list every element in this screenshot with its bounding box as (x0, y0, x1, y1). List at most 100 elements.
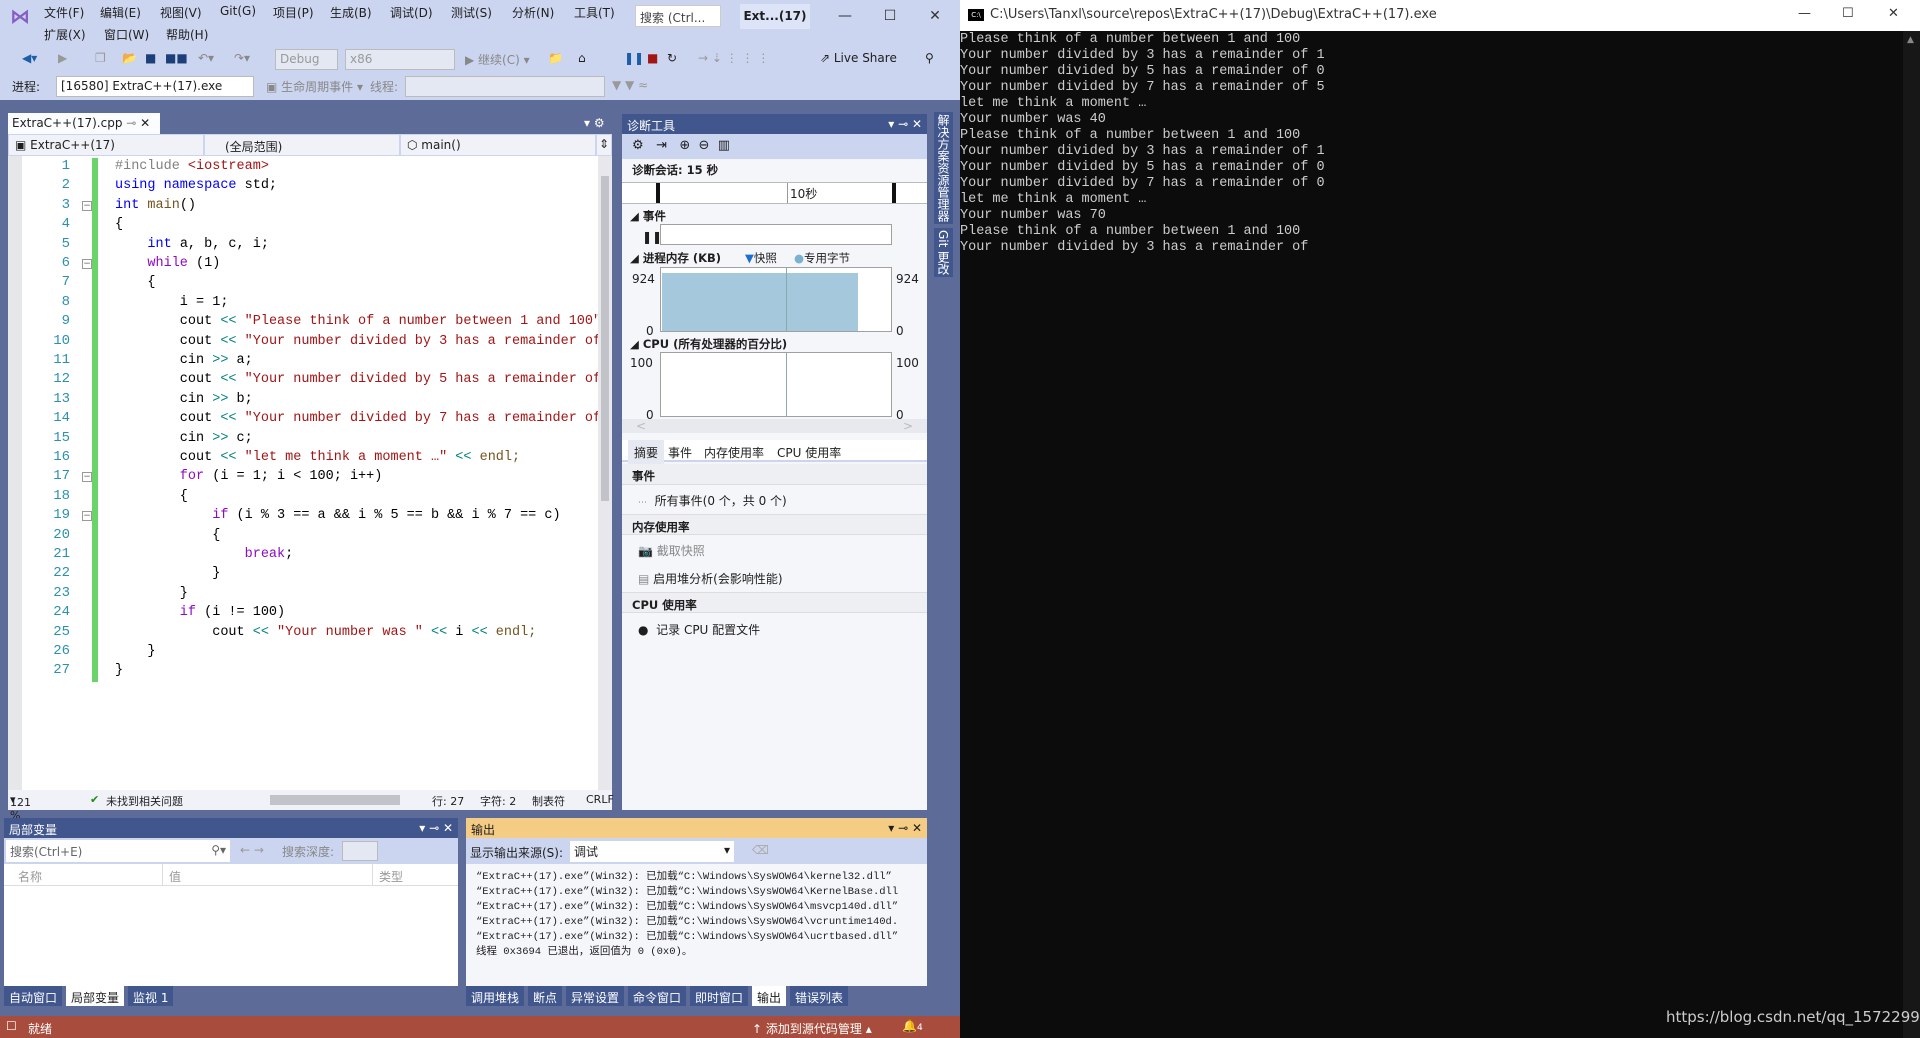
close-button[interactable]: ✕ (915, 4, 955, 29)
output-tab[interactable]: 输出 (752, 986, 787, 1006)
platform-select[interactable]: x86 (345, 49, 455, 70)
project-nav-select[interactable]: ▣ ExtraC++(17) (8, 134, 204, 156)
process-select[interactable]: [16580] ExtraC++(17).exe (56, 76, 254, 97)
output-text[interactable]: “ExtraC++(17).exe”(Win32): 已加载“C:\Window… (466, 864, 927, 986)
locals-tab[interactable]: 局部变量 (66, 986, 125, 1006)
side-tab-solution-explorer[interactable]: 解决方案资源管理器 (934, 112, 953, 224)
menu-item[interactable]: 文件(F) (44, 4, 84, 21)
memory-section[interactable]: ◢ 进程内存 (KB) (630, 250, 721, 266)
collapse-icon[interactable]: − (82, 472, 92, 483)
collapse-icon[interactable]: − (82, 511, 92, 522)
new-item-icon[interactable]: ❐ (95, 51, 106, 65)
diagnostics-icon[interactable]: ⌂ (578, 51, 586, 65)
output-tab[interactable]: 调用堆栈 (466, 986, 525, 1006)
range-end-handle[interactable] (892, 183, 896, 203)
tab-cpu[interactable]: CPU 使用率 (777, 444, 841, 461)
menu-item[interactable]: 编辑(E) (100, 4, 141, 21)
locals-tab[interactable]: 监视 1 (128, 986, 174, 1006)
menu-item[interactable]: Git(G) (220, 4, 256, 18)
panel-controls-icon[interactable]: ▾ ⊸ ✕ (888, 117, 922, 131)
scrollbar-thumb[interactable] (601, 176, 609, 501)
maximize-button[interactable]: ☐ (870, 4, 910, 29)
save-icon[interactable]: ■ (145, 51, 156, 65)
thread-filter-icon[interactable]: ▼ ▼ ≈ (612, 78, 648, 92)
open-icon[interactable]: 📂 (122, 51, 137, 65)
tab-extracpp17-cpp[interactable]: ExtraC++(17).cpp ⊸ ✕ (8, 113, 160, 134)
redo-icon[interactable]: ↷▾ (234, 51, 250, 65)
record-cpu-button[interactable]: ● 记录 CPU 配置文件 (638, 621, 760, 638)
horizontal-scrollbar[interactable] (270, 795, 400, 805)
zoom-select[interactable]: 121 % ▾ (10, 793, 31, 822)
tab-summary[interactable]: 摘要 (628, 440, 665, 465)
output-tab[interactable]: 错误列表 (790, 986, 849, 1006)
settings-icon[interactable]: ⚙ (632, 138, 644, 153)
console-window[interactable]: C:\ C:\Users\Tanxl\source\repos\ExtraC++… (960, 0, 1920, 1038)
console-minimize-button[interactable]: — (1798, 6, 1811, 21)
all-events-link[interactable]: ⋯ 所有事件(0 个，共 0 个) (638, 492, 787, 509)
member-nav-select[interactable]: ⬡ main() (400, 134, 596, 156)
zoom-in-icon[interactable]: ⊕ (679, 138, 690, 153)
tab-events[interactable]: 事件 (668, 444, 692, 461)
config-select[interactable]: Debug (275, 49, 338, 70)
minimize-button[interactable]: — (825, 4, 865, 29)
take-snapshot-button[interactable]: 📷 截取快照 (638, 542, 705, 559)
menu-item[interactable]: 项目(P) (273, 4, 314, 21)
line-ending[interactable]: CRLF (586, 793, 614, 806)
menu-item[interactable]: 调试(D) (390, 4, 433, 21)
collapse-icon[interactable]: − (82, 259, 92, 269)
forward-icon[interactable]: ▶ (58, 51, 67, 65)
menu-item[interactable]: 帮助(H) (166, 26, 208, 43)
col-type[interactable]: 类型 (372, 864, 403, 886)
zoom-out-icon[interactable]: ⊖ (699, 138, 710, 153)
search-depth-select[interactable] (342, 841, 378, 861)
pause-icon[interactable]: ❚❚ (624, 51, 644, 65)
events-section[interactable]: ◢ 事件 (630, 208, 666, 224)
menu-item[interactable]: 视图(V) (160, 4, 202, 21)
search-icon[interactable]: ⚲▾ (211, 843, 226, 857)
menu-item[interactable]: 窗口(W) (104, 26, 149, 43)
scope-nav-select[interactable]: (全局范围) (204, 134, 400, 156)
output-tab[interactable]: 命令窗口 (628, 986, 687, 1006)
cpu-section[interactable]: ◢ CPU (所有处理器的百分比) (630, 336, 787, 352)
close-tab-icon[interactable]: ✕ (140, 116, 150, 130)
range-start-handle[interactable] (656, 183, 660, 203)
tab-memory[interactable]: 内存使用率 (704, 444, 764, 461)
menu-item[interactable]: 测试(S) (451, 4, 492, 21)
output-source-select[interactable]: 调试 ▾ (570, 841, 734, 862)
add-to-source-control-button[interactable]: ↑ 添加到源代码管理 ▴ (752, 1020, 872, 1037)
side-tab-git-changes[interactable]: Git 更改 (934, 228, 953, 278)
heap-profiling-button[interactable]: ▤ 启用堆分析(会影响性能) (638, 570, 783, 587)
chart-icon[interactable]: ▥ (718, 138, 730, 153)
pin-icon[interactable]: ⊸ (126, 116, 136, 130)
menu-item[interactable]: 生成(B) (330, 4, 372, 21)
stop-icon[interactable]: ■ (647, 51, 658, 65)
split-icon[interactable]: ⇕ (596, 134, 612, 156)
timeline-ruler[interactable]: 10秒 (622, 182, 927, 204)
menu-item[interactable]: 分析(N) (512, 4, 554, 21)
panel-controls-icon[interactable]: ▾ ⊸ ✕ (888, 821, 922, 835)
vertical-scrollbar[interactable] (598, 156, 612, 790)
col-name[interactable]: 名称 (18, 868, 42, 885)
find-icon[interactable]: 📁 (548, 51, 563, 65)
continue-button[interactable]: ▶ 继续(C) ▾ (465, 51, 530, 68)
export-icon[interactable]: ⇥ (656, 138, 667, 153)
issues-status[interactable]: 未找到相关问题 (106, 793, 183, 809)
console-maximize-button[interactable]: ☐ (1842, 6, 1854, 21)
timeline-scroll[interactable]: < > (622, 419, 927, 433)
locals-tab[interactable]: 自动窗口 (4, 986, 63, 1006)
output-tab[interactable]: 异常设置 (566, 986, 625, 1006)
scroll-up-icon[interactable]: ▲ (1903, 35, 1914, 45)
thread-select[interactable] (405, 76, 605, 97)
output-tab[interactable]: 断点 (528, 986, 563, 1006)
undo-icon[interactable]: ↶▾ (198, 51, 214, 65)
restart-icon[interactable]: ↻ (667, 51, 677, 65)
panel-controls-icon[interactable]: ▾ ⊸ ✕ (419, 821, 453, 835)
collapse-icon[interactable]: − (82, 200, 92, 211)
tab-dropdown-icon[interactable]: ▾ ⚙ (584, 116, 605, 130)
console-close-button[interactable]: ✕ (1888, 6, 1899, 21)
lifecycle-events-button[interactable]: ▣ 生命周期事件 ▾ (266, 78, 363, 95)
output-tab[interactable]: 即时窗口 (690, 986, 749, 1006)
back-icon[interactable]: ◀▾ (22, 51, 37, 65)
code-editor[interactable]: 1 #include <iostream> 2 using namespace std… (8, 156, 612, 790)
notifications-button[interactable]: 🔔4 (902, 1019, 923, 1033)
